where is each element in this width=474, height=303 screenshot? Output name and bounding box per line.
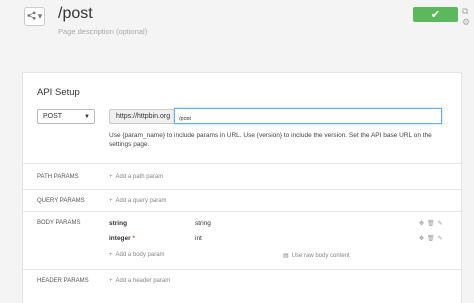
move-icon[interactable]: ✥ [419, 235, 424, 242]
query-params-row: QUERY PARAMS + Add a query param [23, 190, 461, 212]
header-params-row: HEADER PARAMS + Add a header param [23, 270, 461, 292]
add-query-param-label: Add a query param [115, 198, 167, 204]
external-link-icon[interactable]: ⧉ [462, 6, 468, 17]
body-param-actions: ✥ 🗑 ✎ [419, 235, 443, 242]
move-icon[interactable]: ✥ [419, 220, 424, 227]
add-body-param-label: Add a body param [115, 252, 165, 258]
query-params-label: QUERY PARAMS [37, 198, 85, 204]
plus-icon: + [109, 278, 113, 284]
add-path-param-label: Add a path param [115, 174, 164, 180]
body-param-name-text: string [109, 220, 128, 227]
trash-icon[interactable]: 🗑 [427, 235, 435, 242]
pencil-icon[interactable]: ✎ [438, 235, 443, 242]
header-params-label: HEADER PARAMS [37, 278, 89, 284]
raw-body-icon: ▤ [283, 253, 289, 259]
url-help-text: Use {param_name} to include params in UR… [109, 132, 432, 148]
api-setup-title: API Setup [37, 87, 80, 98]
required-marker: * [132, 235, 136, 242]
settings-icon[interactable]: ⚙ [462, 17, 470, 28]
add-path-param-link[interactable]: + Add a path param [109, 174, 163, 180]
path-input[interactable] [174, 108, 442, 124]
add-header-param-label: Add a header param [115, 278, 171, 284]
trash-icon[interactable]: 🗑 [427, 220, 435, 227]
api-panel: API Setup POST ▼ https://httpbin.org Use… [22, 72, 462, 303]
add-header-param-link[interactable]: + Add a header param [109, 278, 170, 284]
path-params-label: PATH PARAMS [37, 174, 79, 180]
method-value: POST [43, 113, 63, 120]
body-param-name[interactable]: string [109, 220, 127, 227]
body-params-row: BODY PARAMS string string ✥ 🗑 ✎ integer … [23, 212, 461, 270]
share-button[interactable]: ▾ [24, 7, 45, 26]
body-param-type[interactable]: int [195, 235, 202, 242]
method-select[interactable]: POST ▼ [37, 109, 95, 124]
plus-icon: + [109, 198, 113, 204]
page-description[interactable]: Page description (optional) [58, 27, 147, 36]
body-param-name-text: integer [109, 235, 131, 242]
pencil-icon[interactable]: ✎ [438, 220, 443, 227]
save-button[interactable]: ✔ [413, 7, 458, 22]
body-param-actions: ✥ 🗑 ✎ [419, 220, 443, 227]
raw-body-label: Use raw body content [291, 253, 350, 259]
plus-icon: + [109, 252, 113, 258]
body-param-name[interactable]: integer * [109, 235, 135, 242]
add-body-param-link[interactable]: + Add a body param [109, 252, 165, 258]
api-setup-section: API Setup POST ▼ https://httpbin.org Use… [23, 73, 461, 164]
page-title[interactable]: /post [58, 5, 93, 23]
checkmark-icon: ✔ [430, 9, 441, 21]
chevron-down-icon: ▾ [37, 11, 43, 21]
raw-body-link[interactable]: ▤ Use raw body content [283, 252, 350, 259]
share-icon [27, 11, 36, 22]
body-param-type[interactable]: string [195, 220, 211, 227]
path-params-row: PATH PARAMS + Add a path param [23, 164, 461, 190]
body-params-label: BODY PARAMS [37, 220, 81, 226]
base-url-addon: https://httpbin.org [109, 109, 174, 124]
plus-icon: + [109, 174, 113, 180]
caret-down-icon: ▼ [84, 114, 90, 120]
add-query-param-link[interactable]: + Add a query param [109, 198, 167, 204]
